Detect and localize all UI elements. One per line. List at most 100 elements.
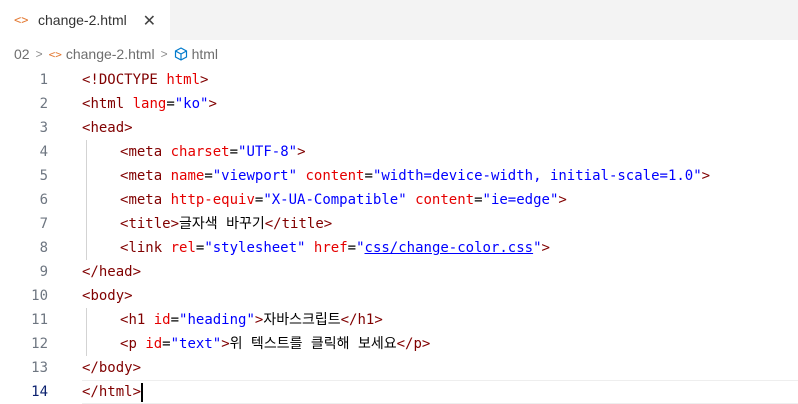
tag-name: p — [128, 336, 137, 352]
equals: = — [347, 240, 357, 256]
tag-name: meta — [128, 168, 163, 184]
line-number: 3 — [39, 120, 48, 136]
attribute-value: "text" — [170, 336, 222, 352]
breadcrumb-symbol[interactable]: html — [192, 46, 218, 62]
code-line[interactable]: <body> — [82, 284, 133, 308]
equals: = — [170, 312, 180, 328]
punct: > — [541, 240, 550, 256]
equals: = — [474, 192, 483, 208]
tag-name: p — [413, 336, 422, 352]
punct: </ — [264, 216, 282, 232]
code-line[interactable]: <h1 id="heading">자바스크립트</h1> — [120, 308, 383, 332]
code-line[interactable]: <link rel="stylesheet" href="css/change-… — [120, 236, 550, 260]
breadcrumb-file[interactable]: change-2.html — [66, 46, 155, 62]
tab-label: change-2.html — [38, 12, 127, 28]
code-editor[interactable]: 1 2 3 4 5 6 7 8 9 10 11 12 13 14 <!DOCTY… — [0, 68, 798, 404]
tag-name: meta — [128, 144, 163, 160]
quote: " — [356, 240, 365, 256]
code-line[interactable]: <title>글자색 바꾸기</title> — [120, 212, 332, 236]
line-number: 9 — [39, 264, 48, 280]
tab-change-2-html[interactable]: <> change-2.html ✕ — [0, 0, 170, 40]
line-number: 14 — [31, 384, 48, 400]
attribute-name: rel — [170, 240, 196, 256]
attribute-value: "ko" — [174, 96, 209, 112]
tag-name: head — [90, 120, 125, 136]
attribute-value: "viewport" — [212, 168, 298, 184]
attribute-value: "width=device-width, initial-scale=1.0" — [372, 168, 702, 184]
punct: > — [200, 72, 209, 88]
attribute-name: content — [415, 192, 475, 208]
breadcrumb-folder[interactable]: 02 — [14, 46, 30, 62]
text-content: 자바스크립트 — [263, 312, 341, 328]
code-line[interactable]: <meta http-equiv="X-UA-Compatible" conte… — [120, 188, 567, 212]
equals: = — [229, 144, 239, 160]
attribute-value: "UTF-8" — [238, 144, 298, 160]
code-line[interactable]: <p id="text">위 텍스트를 클릭해 보세요</p> — [120, 332, 430, 356]
code-line[interactable]: <html lang="ko"> — [82, 92, 217, 116]
attribute-name: id — [145, 336, 163, 352]
attribute-name: href — [313, 240, 348, 256]
attribute-name: http-equiv — [170, 192, 255, 208]
line-number: 8 — [39, 240, 48, 256]
tab-bar: <> change-2.html ✕ — [0, 0, 798, 40]
code-line[interactable]: <meta name="viewport" content="width=dev… — [120, 164, 710, 188]
line-number: 4 — [39, 144, 48, 160]
punct: > — [558, 192, 567, 208]
tag-name: head — [98, 264, 133, 280]
equals: = — [364, 168, 373, 184]
equals: = — [162, 336, 171, 352]
close-icon[interactable]: ✕ — [143, 11, 156, 30]
punct: > — [323, 216, 333, 232]
chevron-right-icon: > — [160, 47, 168, 61]
line-number: 7 — [39, 216, 48, 232]
tag-name: title — [281, 216, 324, 232]
punct: > — [374, 312, 383, 328]
punct: </ — [82, 384, 99, 400]
punct: > — [132, 360, 142, 376]
punct: </ — [82, 264, 99, 280]
code-line[interactable]: <head> — [82, 116, 133, 140]
punct: > — [170, 216, 180, 232]
indent-guide — [86, 140, 87, 260]
attribute-name: lang — [132, 96, 167, 112]
punct: > — [208, 96, 217, 112]
code-line[interactable]: <!DOCTYPE html> — [82, 68, 208, 92]
equals: = — [166, 96, 175, 112]
breadcrumb: 02 > <> change-2.html > html — [0, 42, 798, 66]
punct: > — [701, 168, 711, 184]
tag-name: title — [128, 216, 171, 232]
code-line[interactable]: <meta charset="UTF-8"> — [120, 140, 306, 164]
symbol-cube-icon — [174, 47, 188, 61]
text-content: 위 텍스트를 클릭해 보세요 — [229, 336, 397, 352]
code-line[interactable]: </head> — [82, 260, 141, 284]
punct: > — [124, 288, 133, 304]
code-line[interactable]: </body> — [82, 356, 141, 380]
punct: </ — [396, 336, 414, 352]
code-area[interactable]: <!DOCTYPE html> <html lang="ko"> <head> … — [82, 68, 798, 402]
html-file-icon: <> — [14, 13, 29, 27]
tag-name: h1 — [357, 312, 375, 328]
punct: > — [221, 336, 230, 352]
html-file-icon: <> — [48, 47, 62, 61]
attribute-name: id — [153, 312, 171, 328]
punct: > — [421, 336, 431, 352]
attribute-value: "stylesheet" — [204, 240, 306, 256]
tag-name: html — [90, 96, 125, 112]
chevron-right-icon: > — [35, 47, 43, 61]
line-number: 5 — [39, 168, 48, 184]
attribute-name: name — [170, 168, 205, 184]
attribute-value: "ie=edge" — [482, 192, 559, 208]
punct: > — [132, 264, 142, 280]
punct: > — [297, 144, 306, 160]
stylesheet-link[interactable]: css/change-color.css — [365, 240, 534, 256]
attribute-name: html — [166, 72, 201, 88]
code-line[interactable]: </html> — [82, 380, 144, 404]
